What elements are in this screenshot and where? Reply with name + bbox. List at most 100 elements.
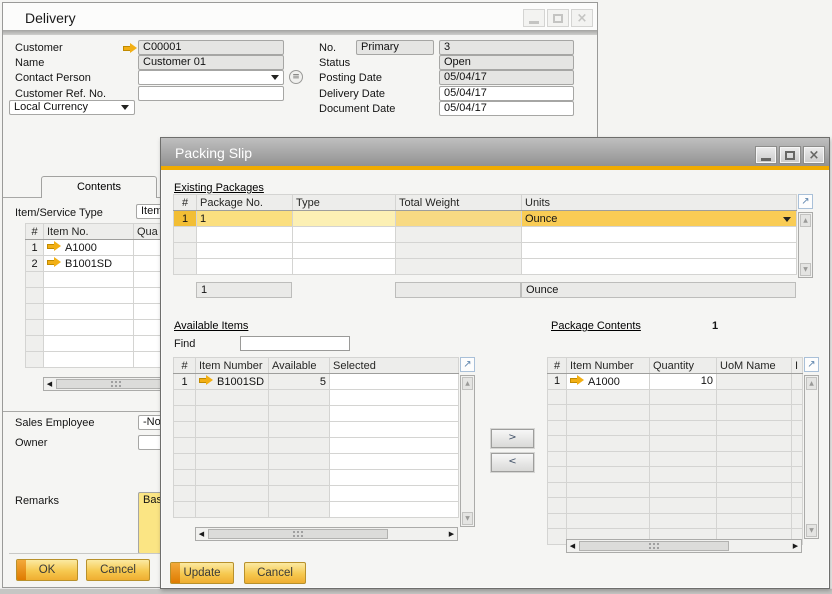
move-right-button[interactable]: > [491,429,534,448]
move-left-button[interactable]: < [491,453,534,472]
scroll-up-icon[interactable]: ▲ [806,377,817,390]
chevron-down-icon[interactable] [271,75,279,80]
close-button[interactable]: × [803,146,825,164]
scroll-left-icon[interactable]: ◀ [44,380,55,388]
link-arrow-icon[interactable] [47,257,61,268]
units-dropdown-cell[interactable]: Ounce [522,211,797,227]
cell[interactable] [330,470,459,486]
col-type: Type [293,195,396,211]
cell [650,467,717,483]
cell[interactable] [44,336,134,352]
available-vscrollbar[interactable]: ▲ ▼ [460,375,475,527]
close-button[interactable]: × [571,9,593,27]
cell[interactable] [293,227,396,243]
series-dropdown[interactable]: Primary [356,40,434,55]
link-arrow-icon[interactable] [47,241,61,252]
scroll-up-icon[interactable]: ▲ [800,214,811,227]
cell[interactable] [197,259,293,275]
link-arrow-icon[interactable] [570,375,584,386]
minimize-button[interactable] [755,146,777,164]
scroll-down-icon[interactable]: ▼ [806,524,817,537]
scroll-up-icon[interactable]: ▲ [462,377,473,390]
col-hash: # [174,358,196,374]
empty-row [174,454,459,470]
item-service-type-label: Item/Service Type [15,207,103,219]
customer-link-arrow-icon[interactable] [123,43,137,54]
cancel-button[interactable]: Cancel [86,559,150,581]
scroll-thumb[interactable] [208,529,388,539]
available-hscrollbar[interactable]: ◀ ▶ [195,527,458,541]
cell [196,422,269,438]
name-field[interactable]: Customer 01 [138,55,284,70]
cell[interactable] [522,243,797,259]
link-arrow-icon[interactable] [199,375,213,386]
document-date-field[interactable]: 05/04/17 [439,101,574,116]
scroll-thumb[interactable] [56,379,176,389]
cell [269,486,330,502]
minimize-button[interactable] [523,9,545,27]
expand-table-icon[interactable]: ↗ [460,357,475,372]
cell[interactable] [330,454,459,470]
currency-dropdown[interactable]: Local Currency [9,100,135,115]
scroll-down-icon[interactable]: ▼ [800,263,811,276]
cell[interactable] [330,438,459,454]
expand-table-icon[interactable]: ↗ [798,194,813,209]
maximize-button[interactable] [779,146,801,164]
contact-person-dropdown[interactable] [138,70,284,85]
cell[interactable] [330,502,459,518]
scroll-thumb[interactable] [579,541,729,551]
item-cell[interactable]: B1001SD [44,256,134,272]
cell[interactable] [44,320,134,336]
find-input[interactable] [240,336,350,351]
item-number-cell[interactable]: A1000 [567,374,650,390]
cell[interactable] [293,259,396,275]
cell[interactable] [44,272,134,288]
cell [792,451,803,467]
cell[interactable] [44,288,134,304]
cell[interactable] [522,227,797,243]
chevron-down-icon[interactable] [121,105,129,110]
cell[interactable] [330,406,459,422]
expand-table-icon[interactable]: ↗ [804,357,819,372]
titlebar-accent-stripe [161,166,829,170]
package-no-cell[interactable]: 1 [197,211,293,227]
cell [792,513,803,529]
customer-field[interactable]: C00001 [138,40,284,55]
empty-row [174,259,797,275]
scroll-down-icon[interactable]: ▼ [462,512,473,525]
contents-vscrollbar[interactable]: ▲ ▼ [804,375,819,539]
col-hash: # [548,358,567,374]
cell[interactable] [330,390,459,406]
contents-hscrollbar[interactable]: ◀ ▶ [566,539,802,553]
cancel-button[interactable]: Cancel [244,562,306,584]
package-contents-table: # Item Number Quantity UoM Name I 1 A100… [547,357,803,545]
delivery-date-field[interactable]: 05/04/17 [439,86,574,101]
update-button[interactable]: Update [170,562,234,584]
customer-ref-field[interactable] [138,86,284,101]
cell[interactable] [293,243,396,259]
cell[interactable] [330,422,459,438]
delivery-titlebar[interactable]: Delivery × [3,3,597,30]
chevron-down-icon[interactable] [783,217,791,222]
selected-qty-cell[interactable] [330,374,459,390]
cell[interactable] [197,243,293,259]
cell[interactable] [197,227,293,243]
tab-contents[interactable]: Contents [41,176,157,198]
quantity-cell[interactable]: 10 [650,374,717,390]
cell[interactable] [44,304,134,320]
selection-list-icon[interactable]: ≡ [289,70,303,84]
cell[interactable] [44,352,134,368]
empty-row [174,243,797,259]
item-cell[interactable]: A1000 [44,240,134,256]
packing-titlebar[interactable]: Packing Slip × [161,138,829,166]
type-cell[interactable] [293,211,396,227]
scroll-left-icon[interactable]: ◀ [567,542,578,550]
packages-vscrollbar[interactable]: ▲ ▼ [798,212,813,278]
cell[interactable] [522,259,797,275]
scroll-right-icon[interactable]: ▶ [790,542,801,550]
ok-button[interactable]: OK [16,559,78,581]
maximize-button[interactable] [547,9,569,27]
scroll-left-icon[interactable]: ◀ [196,530,207,538]
cell[interactable] [330,486,459,502]
scroll-right-icon[interactable]: ▶ [446,530,457,538]
